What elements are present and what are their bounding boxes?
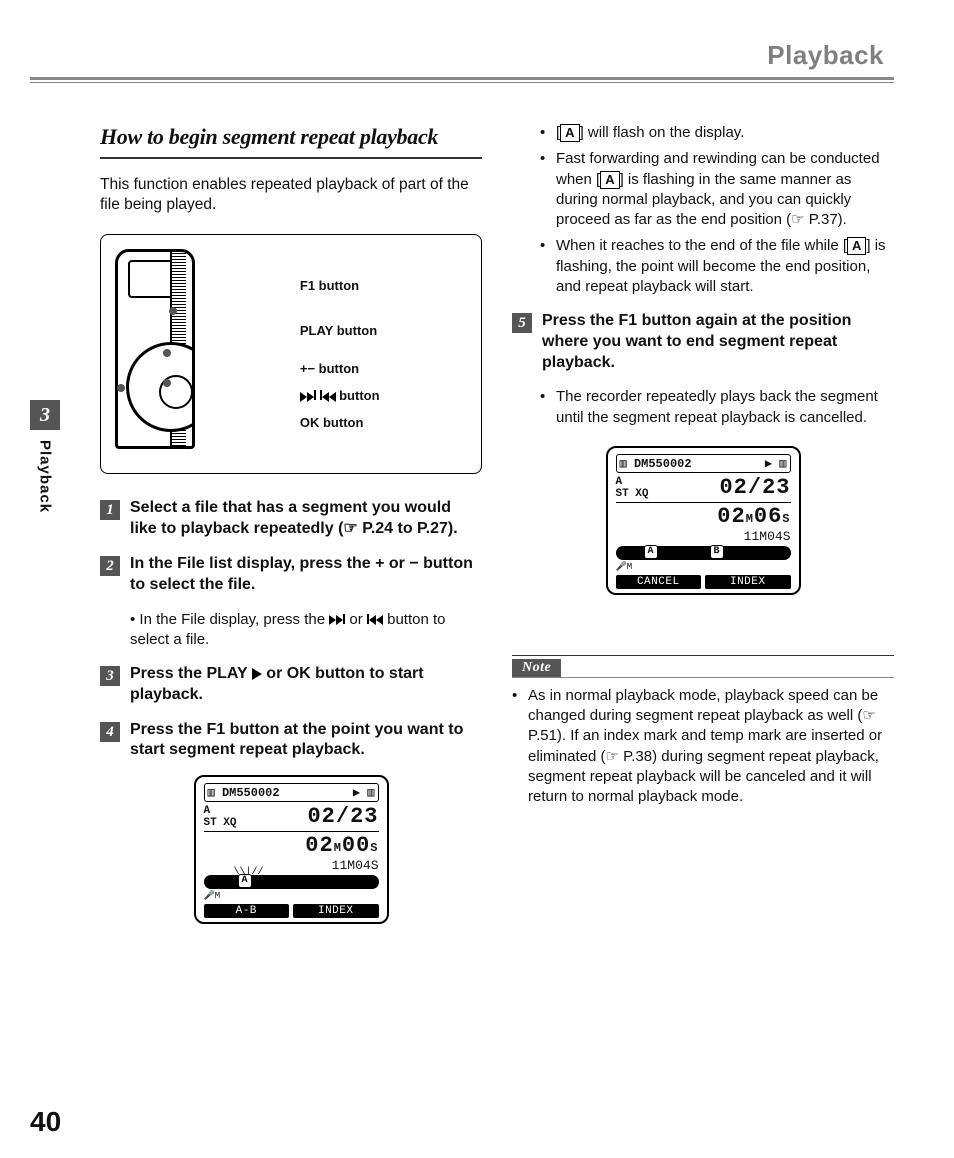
step-5-sub: The recorder repeatedly plays back the s… bbox=[512, 387, 894, 428]
ff-icon bbox=[300, 392, 314, 402]
step-3: 3 Press the PLAY or OK button to start p… bbox=[100, 664, 482, 706]
lcd-btn-right: INDEX bbox=[705, 575, 791, 589]
chapter-number: 3 bbox=[30, 400, 60, 430]
lcd-btn-left: CANCEL bbox=[616, 575, 702, 589]
header-title: Playback bbox=[30, 40, 894, 77]
device-labels: F1 button PLAY button +− button button O… bbox=[270, 272, 467, 436]
rw-icon bbox=[369, 615, 383, 625]
step-text: Select a file that has a segment you wou… bbox=[130, 498, 482, 540]
step-2: 2 In the File list display, press the + … bbox=[100, 554, 482, 596]
step-text: Press the F1 button again at the positio… bbox=[542, 311, 894, 373]
header-rule bbox=[30, 77, 894, 83]
lcd-screen-1: ▥ DM550002▶ ▥ AST XQ02/23 02M00S 11M04S … bbox=[194, 775, 389, 924]
section-title: How to begin segment repeat playback bbox=[100, 123, 482, 159]
device-diagram: F1 button PLAY button +− button button O… bbox=[100, 234, 482, 474]
step-1: 1 Select a file that has a segment you w… bbox=[100, 498, 482, 540]
lcd-time: 02M00S bbox=[305, 833, 378, 858]
lcd-duration: 11M04S bbox=[616, 529, 791, 544]
step-2-sub: In the File display, press the or button… bbox=[130, 610, 482, 651]
intro-text: This function enables repeated playback … bbox=[100, 175, 482, 217]
lcd-btn-right: INDEX bbox=[293, 904, 379, 918]
step-number: 1 bbox=[100, 500, 120, 520]
side-label: Playback bbox=[37, 440, 54, 513]
a-icon: A bbox=[560, 124, 579, 142]
label-ffrw: button bbox=[300, 382, 467, 409]
step-number: 2 bbox=[100, 556, 120, 576]
lcd-time: 02M06S bbox=[717, 504, 790, 529]
a-icon: A bbox=[600, 171, 619, 189]
note-body: As in normal playback mode, playback spe… bbox=[512, 686, 894, 808]
a-icon: A bbox=[847, 237, 866, 255]
label-f1: F1 button bbox=[300, 272, 467, 299]
label-play: PLAY button bbox=[300, 317, 467, 344]
play-icon bbox=[252, 668, 262, 680]
label-plusminus: +− button bbox=[300, 355, 467, 382]
note-rule bbox=[512, 655, 894, 656]
note-header: Note bbox=[512, 659, 561, 677]
rw-icon bbox=[322, 392, 336, 402]
step-text: Press the F1 button at the point you wan… bbox=[130, 720, 482, 762]
step-text: Press the PLAY or OK button to start pla… bbox=[130, 664, 482, 706]
lcd-duration: 11M04S bbox=[204, 858, 379, 873]
step-4: 4 Press the F1 button at the point you w… bbox=[100, 720, 482, 762]
lcd-btn-left: A-B bbox=[204, 904, 290, 918]
note-rule bbox=[512, 677, 894, 678]
step-number: 4 bbox=[100, 722, 120, 742]
ff-icon bbox=[329, 615, 343, 625]
label-ok: OK button bbox=[300, 409, 467, 436]
step-number: 5 bbox=[512, 313, 532, 333]
step-text: In the File list display, press the + or… bbox=[130, 554, 482, 596]
step-4-bullets: [A] will flash on the display. Fast forw… bbox=[512, 123, 894, 297]
side-tab: 3 Playback bbox=[30, 400, 60, 513]
lcd-screen-2: ▥ DM550002▶ ▥ AST XQ02/23 02M06S 11M04S … bbox=[606, 446, 801, 595]
page-number: 40 bbox=[30, 1106, 61, 1138]
step-5: 5 Press the F1 button again at the posit… bbox=[512, 311, 894, 373]
step-number: 3 bbox=[100, 666, 120, 686]
